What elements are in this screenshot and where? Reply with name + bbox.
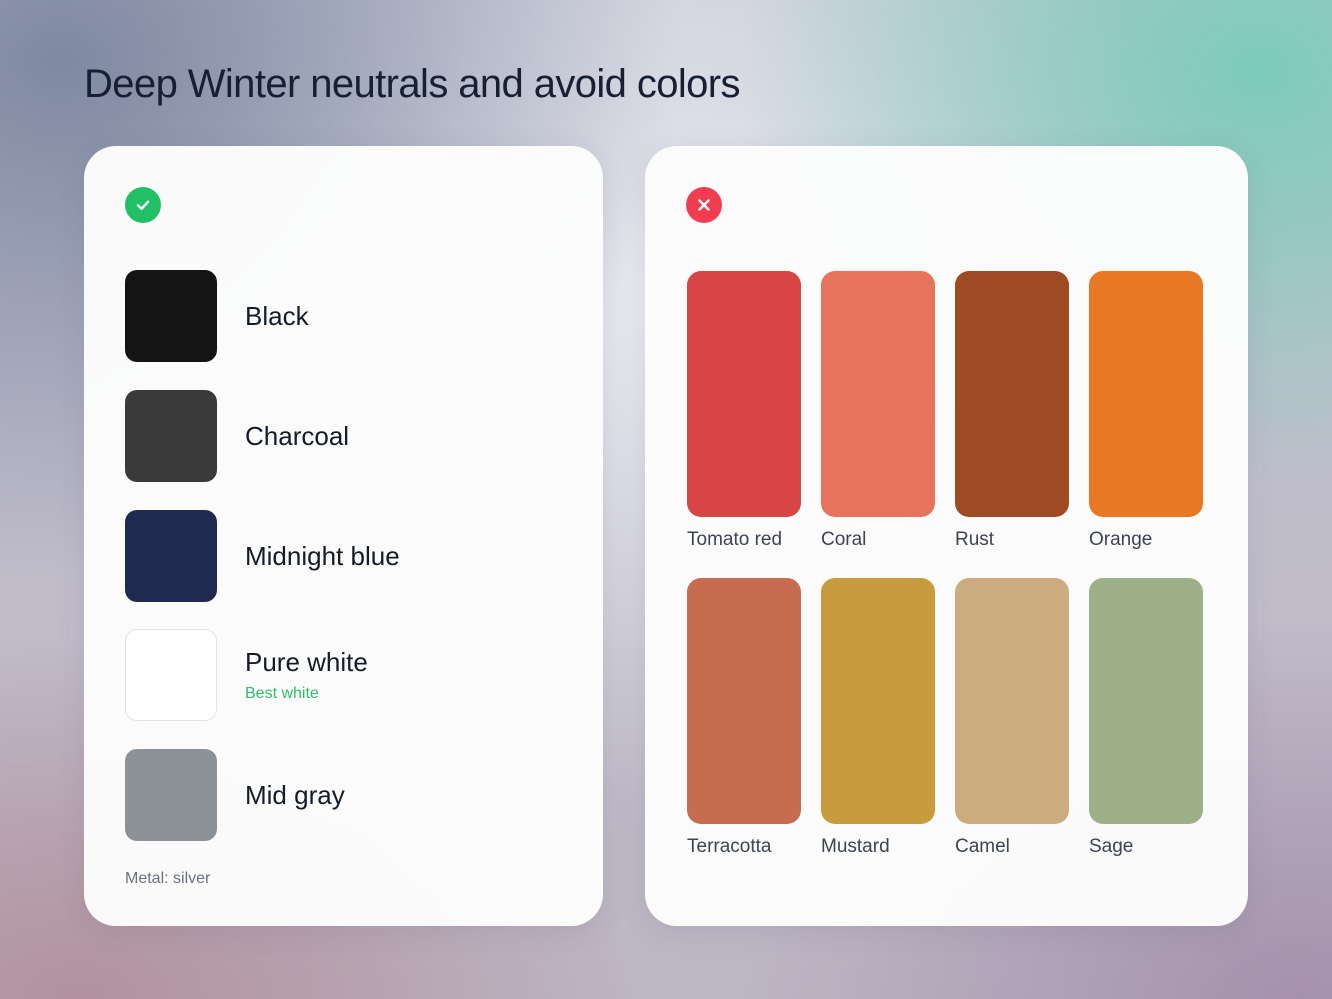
color-swatch [955,578,1069,824]
page-title: Deep Winter neutrals and avoid colors [84,62,741,106]
color-name: Midnight blue [245,541,400,571]
color-swatch [125,510,217,602]
avoid-badge [686,187,722,223]
avoid-grid: Tomato red Coral Rust Orange Terracotta … [687,271,1207,871]
color-name: Sage [1089,836,1134,857]
neutral-item-black: Black [125,270,545,362]
color-swatch [955,271,1069,517]
approved-badge [125,187,161,223]
avoid-item-orange: Orange [1089,271,1203,553]
avoid-item-sage: Sage [1089,578,1203,860]
color-swatch [1089,271,1203,517]
color-swatch [687,578,801,824]
neutral-item-pure-white: Pure white Best white [125,629,545,721]
avoid-item-coral: Coral [821,271,935,553]
color-swatch [687,271,801,517]
color-name: Black [245,301,309,331]
neutral-item-mid-gray: Mid gray [125,749,545,841]
color-name: Charcoal [245,421,350,451]
color-name: Orange [1089,529,1153,550]
color-name: Camel [955,836,1010,857]
close-icon [698,199,710,211]
neutral-item-midnight-blue: Midnight blue [125,510,545,602]
color-swatch [125,270,217,362]
color-swatch [821,578,935,824]
color-name: Rust [955,529,995,550]
avoid-item-terracotta: Terracotta [687,578,801,860]
best-white-note: Best white [245,685,319,702]
color-swatch [125,749,217,841]
color-name: Coral [821,529,867,550]
neutrals-card: Black Charcoal Midnight blue Pure white … [84,146,603,926]
metal-note: Metal: silver [125,870,211,887]
check-icon [136,200,150,210]
avoid-item-tomato-red: Tomato red [687,271,801,553]
color-swatch [125,629,217,721]
color-swatch [1089,578,1203,824]
color-swatch [125,390,217,482]
avoid-item-camel: Camel [955,578,1069,860]
color-name: Mid gray [245,780,345,810]
color-swatch [821,271,935,517]
color-name: Pure white [245,647,368,677]
color-name: Tomato red [687,529,783,550]
neutral-item-charcoal: Charcoal [125,390,545,482]
avoid-item-mustard: Mustard [821,578,935,860]
color-name: Mustard [821,836,890,857]
avoid-item-rust: Rust [955,271,1069,553]
color-name: Terracotta [687,836,772,857]
avoid-card: Tomato red Coral Rust Orange Terracotta … [645,146,1248,926]
